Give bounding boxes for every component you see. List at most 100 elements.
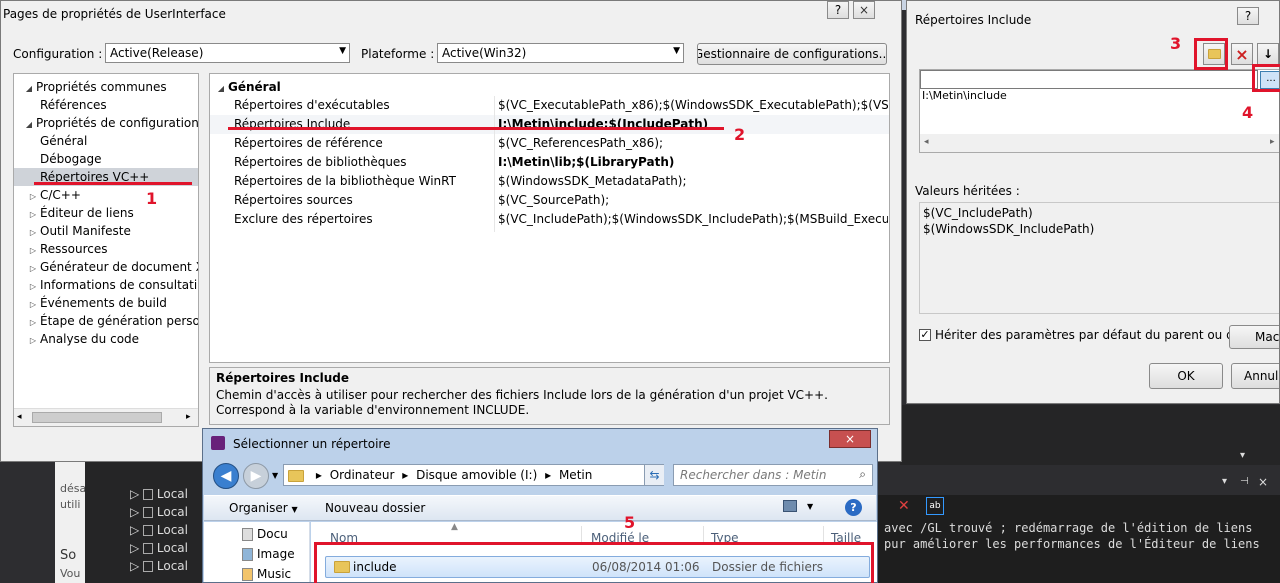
address-bar[interactable]: ▸ Ordinateur ▸ Disque amovible (I:) ▸ Me… xyxy=(283,464,664,486)
history-dropdown-icon[interactable]: ▼ xyxy=(272,471,278,480)
property-value[interactable]: $(VC_ReferencesPath_x86); xyxy=(498,134,888,153)
cancel-button[interactable]: Annule xyxy=(1231,363,1279,389)
nav-pane: Docu Image Music xyxy=(204,522,310,582)
tree-item[interactable]: Général xyxy=(14,132,198,150)
tree-scrollbar[interactable]: ◂ ▸ xyxy=(14,408,198,426)
tree-item[interactable]: ▷ Éditeur de liens xyxy=(14,204,198,222)
clear-output-icon[interactable]: ✕ xyxy=(898,498,914,514)
help-button[interactable]: ? xyxy=(1237,7,1259,25)
tree-item[interactable]: ▷ Événements de build xyxy=(14,294,198,312)
forward-button[interactable]: ▶ xyxy=(243,463,269,489)
refresh-button[interactable]: ⇆ xyxy=(644,465,664,485)
panel-close-icon[interactable]: × xyxy=(1258,475,1268,489)
solution-item[interactable]: ▷ Local xyxy=(130,503,188,521)
grid-divider xyxy=(494,96,495,232)
tree-item[interactable]: ▷ Outil Manifeste xyxy=(14,222,198,240)
property-value[interactable]: $(VC_ExecutablePath_x86);$(WindowsSDK_Ex… xyxy=(498,96,888,115)
solution-item[interactable]: ▷ Local xyxy=(130,521,188,539)
tree-item[interactable]: ▷ Analyse du code xyxy=(14,330,198,350)
inherit-checkbox[interactable]: ✓ xyxy=(919,329,931,341)
scroll-right-icon[interactable]: ▸ xyxy=(1270,137,1275,147)
search-box[interactable]: Rechercher dans : Metin ⌕ xyxy=(673,464,873,486)
chevron-down-icon: ▼ xyxy=(673,46,680,56)
organize-button[interactable]: Organiser ▼ xyxy=(229,501,298,515)
annotation-number: 5 xyxy=(624,513,636,532)
nav-item-images[interactable]: Image xyxy=(242,544,295,564)
back-button[interactable]: ◀ xyxy=(213,463,239,489)
scroll-left-icon[interactable]: ◂ xyxy=(924,137,929,147)
help-icon[interactable]: ? xyxy=(845,499,862,516)
tree-item-label: Outil Manifeste xyxy=(40,224,131,238)
nav-item-music[interactable]: Music xyxy=(242,564,291,582)
tree-item[interactable]: ◢ Propriétés communes xyxy=(14,78,198,96)
ok-button[interactable]: OK xyxy=(1149,363,1223,389)
dialog-title: Sélectionner un répertoire xyxy=(233,437,391,451)
tree-item[interactable]: ◢ Propriétés de configuration xyxy=(14,114,198,132)
help-button[interactable]: ? xyxy=(827,1,849,19)
config-manager-button[interactable]: Gestionnaire de configurations... xyxy=(697,43,887,65)
property-name: Répertoires de la bibliothèque WinRT xyxy=(234,174,456,188)
tree-item[interactable]: ▷ Étape de génération perso xyxy=(14,312,198,330)
macros-button[interactable]: Macros>> xyxy=(1229,325,1279,349)
grid-section-header[interactable]: ◢ Général xyxy=(214,78,281,96)
property-row[interactable]: Répertoires sources $(VC_SourcePath); xyxy=(210,191,889,210)
tree-item[interactable]: Débogage xyxy=(14,150,198,168)
platform-select[interactable]: Active(Win32) ▼ xyxy=(437,43,684,63)
panel-dropdown-icon[interactable]: ▾ xyxy=(1222,476,1227,487)
property-row[interactable]: Répertoires Include I:\Metin\include;$(In… xyxy=(210,115,889,134)
tree-item[interactable]: Références xyxy=(14,96,198,114)
close-button[interactable]: × xyxy=(853,1,875,19)
breadcrumb-item[interactable]: Metin xyxy=(559,468,592,482)
property-value[interactable]: $(VC_SourcePath); xyxy=(498,191,888,210)
tree-item[interactable]: ▷ Ressources xyxy=(14,240,198,258)
annotation-number: 3 xyxy=(1170,34,1182,53)
tree-item-label: Éditeur de liens xyxy=(40,206,134,220)
view-options-icon[interactable] xyxy=(783,500,797,512)
output-line: avec /GL trouvé ; redémarrage de l'éditi… xyxy=(884,521,1253,535)
tree-item[interactable]: ▷ C/C++ xyxy=(14,186,198,204)
delete-line-button[interactable]: × xyxy=(1231,43,1253,65)
solution-item[interactable]: ▷ Local xyxy=(130,557,188,575)
scroll-left-icon[interactable]: ◂ xyxy=(17,412,22,422)
output-toolbar xyxy=(878,474,1280,494)
close-button[interactable]: × xyxy=(829,430,871,448)
property-row[interactable]: Répertoires d'exécutables $(VC_Executable… xyxy=(210,96,889,115)
property-row[interactable]: Exclure des répertoires $(VC_IncludePath)… xyxy=(210,210,889,229)
breadcrumb-item[interactable]: Disque amovible (I:) xyxy=(416,468,537,482)
property-value[interactable]: I:\Metin\lib;$(LibraryPath) xyxy=(498,153,888,172)
word-wrap-icon[interactable]: ab xyxy=(926,497,944,515)
scroll-thumb[interactable] xyxy=(32,412,162,423)
collapsed-icon[interactable]: ▷ xyxy=(26,332,40,350)
entries-scrollbar[interactable]: ◂ ▸ xyxy=(920,134,1279,152)
annotation-box xyxy=(1194,38,1228,70)
breadcrumb-item[interactable]: Ordinateur xyxy=(330,468,395,482)
new-folder-button[interactable]: Nouveau dossier xyxy=(325,501,425,515)
property-row[interactable]: Répertoires de la bibliothèque WinRT $(Wi… xyxy=(210,172,889,191)
inherited-label: Valeurs héritées : xyxy=(915,184,1020,198)
search-icon: ⌕ xyxy=(859,467,866,481)
property-row[interactable]: Répertoires de bibliothèques I:\Metin\lib… xyxy=(210,153,889,172)
tree-item-label: Ressources xyxy=(40,242,108,256)
solution-item[interactable]: ▷ Local xyxy=(130,539,188,557)
move-down-button[interactable]: ↓ xyxy=(1257,43,1279,65)
tree-item[interactable]: ▷ Informations de consultati xyxy=(14,276,198,294)
scroll-right-icon[interactable]: ▸ xyxy=(186,412,191,422)
config-select[interactable]: Active(Release) ▼ xyxy=(105,43,350,63)
solution-item[interactable]: ▷ Local xyxy=(130,485,188,503)
tree-item[interactable]: ▷ Générateur de document X xyxy=(14,258,198,276)
include-entry[interactable]: I:\Metin\include xyxy=(922,89,1007,102)
nav-item-documents[interactable]: Docu xyxy=(242,524,288,544)
property-value[interactable]: $(VC_IncludePath);$(WindowsSDK_IncludePa… xyxy=(498,210,888,229)
property-name: Répertoires Include xyxy=(234,117,351,131)
annotation-number: 4 xyxy=(1242,103,1254,122)
search-input[interactable]: Rechercher dans : Metin xyxy=(680,468,826,482)
property-value[interactable]: $(WindowsSDK_MetadataPath); xyxy=(498,172,888,191)
tree-item-label: Références xyxy=(40,98,107,112)
view-dropdown-icon[interactable]: ▼ xyxy=(807,502,813,511)
panel-pin-icon[interactable]: ⊣ xyxy=(1240,476,1249,487)
annotation-box xyxy=(1252,64,1280,92)
description-text: Chemin d'accès à utiliser pour recherche… xyxy=(216,388,828,417)
property-value[interactable]: I:\Metin\include;$(IncludePath) xyxy=(498,115,888,134)
property-row[interactable]: Répertoires de référence $(VC_ReferencesP… xyxy=(210,134,889,153)
entry-edit-field[interactable] xyxy=(920,70,1258,89)
